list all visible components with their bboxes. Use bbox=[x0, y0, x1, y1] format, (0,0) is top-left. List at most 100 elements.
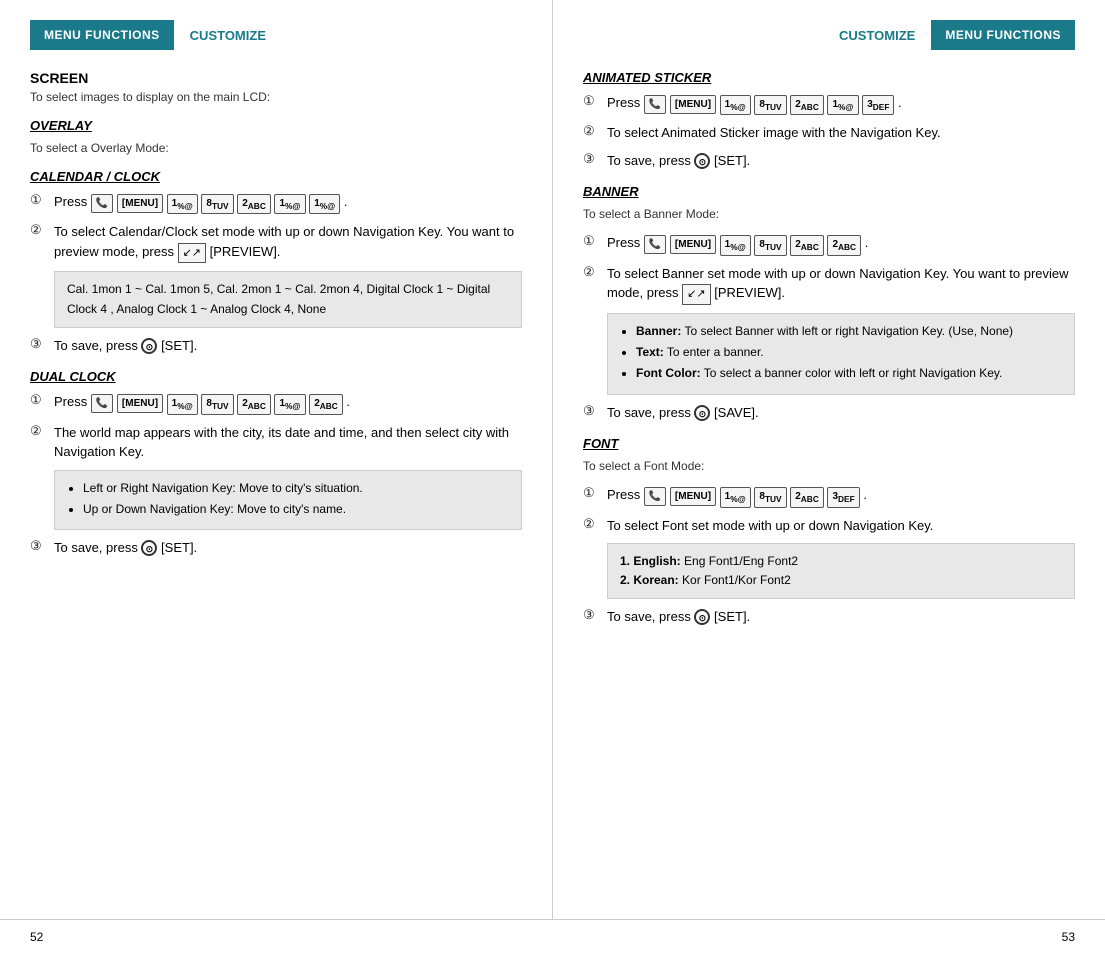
banner-key4: 2ABC bbox=[827, 235, 861, 255]
anim-step3: ③ To save, press ⊙ [SET]. bbox=[583, 151, 1075, 171]
dual-bullet-box: Left or Right Navigation Key: Move to ci… bbox=[54, 470, 522, 530]
cal-step1-content: Press 📞 [MENU] 1%@ 8TUV 2ABC 1%@ 1%@ . bbox=[54, 192, 522, 214]
cal-step2: ② To select Calendar/Clock set mode with… bbox=[30, 222, 522, 263]
phone-icon-font: 📞 bbox=[644, 487, 666, 506]
cal-step1-num: ① bbox=[30, 192, 48, 208]
banner-bullet2: Text: To enter a banner. bbox=[636, 343, 1062, 362]
anim-step1: ① Press 📞 [MENU] 1%@ 8TUV 2ABC 1%@ 3DEF … bbox=[583, 93, 1075, 115]
banner-step1-content: Press 📞 [MENU] 1%@ 8TUV 2ABC 2ABC . bbox=[607, 233, 1075, 255]
cal-step1: ① Press 📞 [MENU] 1%@ 8TUV 2ABC 1%@ 1%@ . bbox=[30, 192, 522, 214]
cal-step3: ③ To save, press ⊙ [SET]. bbox=[30, 336, 522, 356]
dual-step1-content: Press 📞 [MENU] 1%@ 8TUV 2ABC 1%@ 2ABC . bbox=[54, 392, 522, 414]
font-step2-content: To select Font set mode with up or down … bbox=[607, 516, 1075, 536]
cal-set-text: [SET]. bbox=[161, 338, 197, 353]
font-key1: 1%@ bbox=[720, 487, 751, 507]
phone-icon-cal: 📞 bbox=[91, 194, 113, 213]
banner-title: BANNER bbox=[583, 184, 1075, 199]
font-step3-content: To save, press ⊙ [SET]. bbox=[607, 607, 1075, 627]
right-header: CUSTOMIZE MENU FUNCTIONS bbox=[583, 20, 1075, 50]
right-page: CUSTOMIZE MENU FUNCTIONS ANIMATED STICKE… bbox=[553, 0, 1105, 919]
anim-key5: 3DEF bbox=[862, 95, 894, 115]
animated-sticker-section: ANIMATED STICKER ① Press 📞 [MENU] 1%@ 8T… bbox=[583, 70, 1075, 170]
cal-bullet-box: Cal. 1mon 1 ~ Cal. 1mon 5, Cal. 2mon 1 ~… bbox=[54, 271, 522, 327]
font-section: FONT To select a Font Mode: ① Press 📞 [M… bbox=[583, 436, 1075, 627]
animated-sticker-title: ANIMATED STICKER bbox=[583, 70, 1075, 85]
cal-step3-content: To save, press ⊙ [SET]. bbox=[54, 336, 522, 356]
screen-section: SCREEN To select images to display on th… bbox=[30, 70, 522, 104]
banner-key2: 8TUV bbox=[754, 235, 786, 255]
banner-bullet1: Banner: To select Banner with left or ri… bbox=[636, 322, 1062, 341]
dual-key3: 2ABC bbox=[237, 394, 271, 414]
dual-step2-content: The world map appears with the city, its… bbox=[54, 423, 522, 462]
overlay-subtitle: To select a Overlay Mode: bbox=[30, 141, 522, 155]
preview-key-cal: ↙↗ bbox=[178, 243, 206, 264]
menu-functions-right: MENU FUNCTIONS bbox=[931, 20, 1075, 50]
anim-step2-num: ② bbox=[583, 123, 601, 139]
cal-step2-content: To select Calendar/Clock set mode with u… bbox=[54, 222, 522, 263]
cal-preview-text: [PREVIEW]. bbox=[210, 244, 281, 259]
font-bullet1: 1. English: Eng Font1/Eng Font2 bbox=[620, 552, 1062, 571]
dual-key4: 1%@ bbox=[274, 394, 305, 414]
dual-step2-num: ② bbox=[30, 423, 48, 439]
banner-bullet3: Font Color: To select a banner color wit… bbox=[636, 364, 1062, 383]
font-key2: 8TUV bbox=[754, 487, 786, 507]
banner-step3-num: ③ bbox=[583, 403, 601, 419]
set-icon-cal: ⊙ bbox=[141, 338, 157, 354]
banner-subtitle: To select a Banner Mode: bbox=[583, 207, 1075, 221]
cal-bullet-text: Cal. 1mon 1 ~ Cal. 1mon 5, Cal. 2mon 1 ~… bbox=[67, 282, 490, 315]
font-step2-num: ② bbox=[583, 516, 601, 532]
banner-bullet-box: Banner: To select Banner with left or ri… bbox=[607, 313, 1075, 395]
cal-key4: 1%@ bbox=[274, 194, 305, 214]
dual-key2: 8TUV bbox=[201, 394, 233, 414]
set-icon-banner: ⊙ bbox=[694, 405, 710, 421]
calendar-clock-section: CALENDAR / CLOCK ① Press 📞 [MENU] 1%@ 8T… bbox=[30, 169, 522, 355]
menu-key-font: [MENU] bbox=[670, 487, 716, 506]
font-step1: ① Press 📞 [MENU] 1%@ 8TUV 2ABC 3DEF . bbox=[583, 485, 1075, 507]
page-footer: 52 53 bbox=[0, 919, 1105, 954]
font-bullet2: 2. Korean: Kor Font1/Kor Font2 bbox=[620, 571, 1062, 590]
banner-step1-num: ① bbox=[583, 233, 601, 249]
dual-step3-content: To save, press ⊙ [SET]. bbox=[54, 538, 522, 558]
anim-step1-num: ① bbox=[583, 93, 601, 109]
overlay-section: OVERLAY To select a Overlay Mode: bbox=[30, 118, 522, 155]
font-title: FONT bbox=[583, 436, 1075, 451]
dual-key5: 2ABC bbox=[309, 394, 343, 414]
banner-step1: ① Press 📞 [MENU] 1%@ 8TUV 2ABC 2ABC . bbox=[583, 233, 1075, 255]
anim-step3-num: ③ bbox=[583, 151, 601, 167]
menu-functions-left: MENU FUNCTIONS bbox=[30, 20, 174, 50]
screen-title: SCREEN bbox=[30, 70, 522, 86]
font-step1-content: Press 📞 [MENU] 1%@ 8TUV 2ABC 3DEF . bbox=[607, 485, 1075, 507]
dual-bullet-list: Left or Right Navigation Key: Move to ci… bbox=[67, 479, 509, 519]
page-num-right: 53 bbox=[1062, 930, 1075, 944]
left-page: MENU FUNCTIONS CUSTOMIZE SCREEN To selec… bbox=[0, 0, 553, 919]
phone-icon-anim: 📞 bbox=[644, 95, 666, 114]
customize-link-left: CUSTOMIZE bbox=[190, 28, 266, 43]
phone-icon-banner: 📞 bbox=[644, 235, 666, 254]
dual-step2: ② The world map appears with the city, i… bbox=[30, 423, 522, 462]
phone-icon-dual: 📞 bbox=[91, 394, 113, 413]
font-subtitle: To select a Font Mode: bbox=[583, 459, 1075, 473]
banner-key3: 2ABC bbox=[790, 235, 824, 255]
dual-bullet2: Up or Down Navigation Key: Move to city'… bbox=[83, 500, 509, 519]
anim-step3-content: To save, press ⊙ [SET]. bbox=[607, 151, 1075, 171]
font-step3: ③ To save, press ⊙ [SET]. bbox=[583, 607, 1075, 627]
dual-key1: 1%@ bbox=[167, 394, 198, 414]
cal-key5: 1%@ bbox=[309, 194, 340, 214]
banner-step2-content: To select Banner set mode with up or dow… bbox=[607, 264, 1075, 305]
banner-step3: ③ To save, press ⊙ [SAVE]. bbox=[583, 403, 1075, 423]
font-step1-num: ① bbox=[583, 485, 601, 501]
anim-key2: 8TUV bbox=[754, 95, 786, 115]
anim-key4: 1%@ bbox=[827, 95, 858, 115]
font-step3-num: ③ bbox=[583, 607, 601, 623]
anim-step2: ② To select Animated Sticker image with … bbox=[583, 123, 1075, 143]
anim-step1-content: Press 📞 [MENU] 1%@ 8TUV 2ABC 1%@ 3DEF . bbox=[607, 93, 1075, 115]
customize-link-right: CUSTOMIZE bbox=[839, 28, 915, 43]
dual-step1-num: ① bbox=[30, 392, 48, 408]
banner-step3-content: To save, press ⊙ [SAVE]. bbox=[607, 403, 1075, 423]
anim-step2-content: To select Animated Sticker image with th… bbox=[607, 123, 1075, 143]
anim-key3: 2ABC bbox=[790, 95, 824, 115]
banner-step2: ② To select Banner set mode with up or d… bbox=[583, 264, 1075, 305]
cal-step2-num: ② bbox=[30, 222, 48, 238]
page-num-left: 52 bbox=[30, 930, 43, 944]
font-key3: 2ABC bbox=[790, 487, 824, 507]
